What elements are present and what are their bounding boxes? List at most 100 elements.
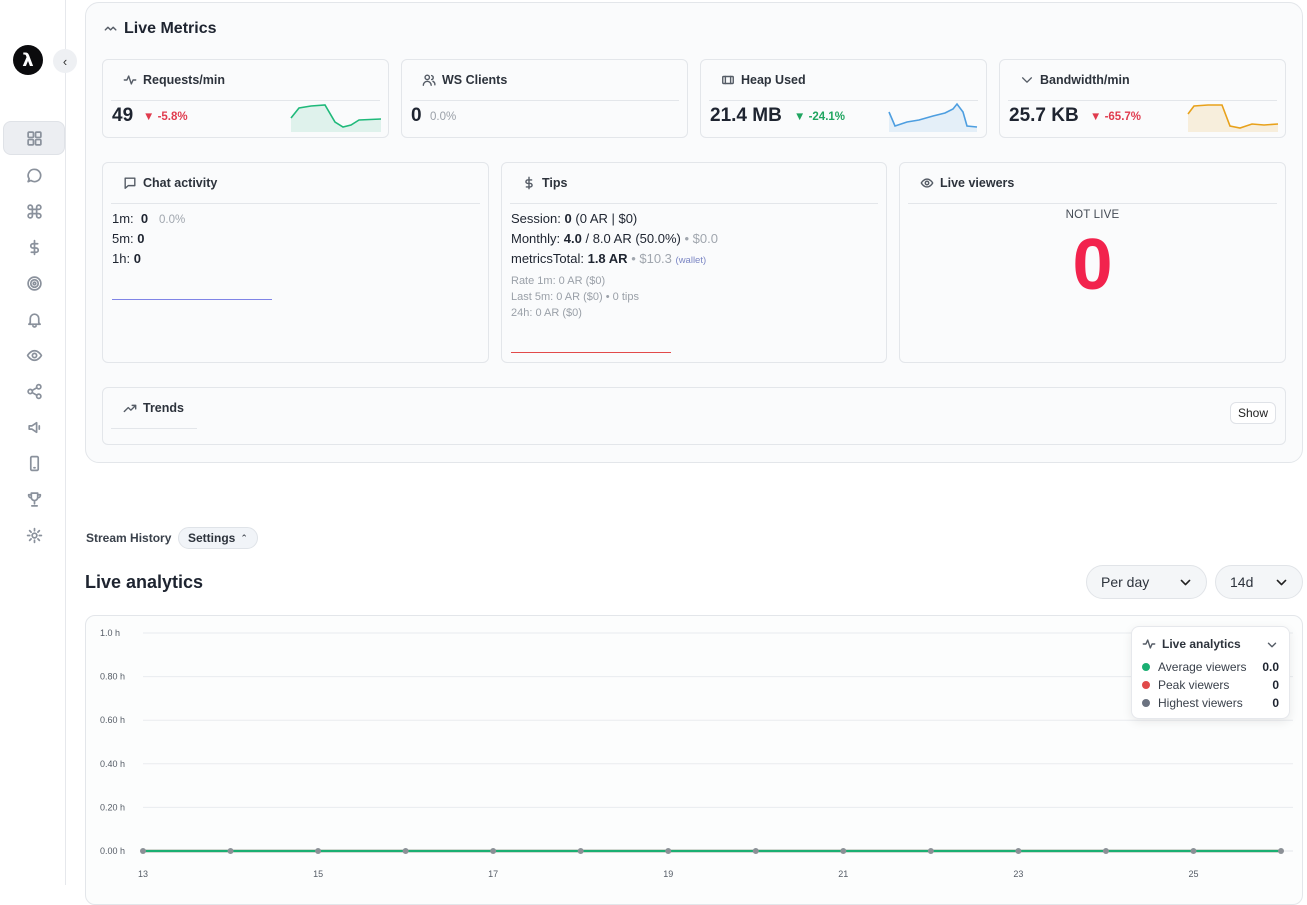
nav-dashboard[interactable] — [3, 121, 65, 155]
requests-delta: ▼ -5.8% — [143, 111, 188, 123]
heap-delta: ▼ -24.1% — [794, 111, 846, 123]
chat-sparkline — [112, 299, 272, 300]
tips-card: Tips Session: 0 (0 AR | $0) Monthly: 4.0… — [501, 162, 887, 363]
trends-card: Trends Show — [102, 387, 1286, 445]
live-viewers-header: Live viewers — [908, 163, 1277, 204]
y-tick-label: 0.80 h — [100, 672, 125, 682]
nav-mobile[interactable] — [3, 446, 65, 480]
legend-header: Live analytics — [1142, 637, 1241, 651]
chart-legend: Live analytics Average viewers 0.0 Peak … — [1131, 626, 1290, 719]
data-point — [1190, 848, 1197, 854]
ws-clients-label: WS Clients — [442, 73, 508, 87]
gear-icon — [26, 527, 42, 543]
data-point — [227, 848, 234, 854]
heap-value: 21.4 MB — [710, 105, 782, 126]
nav-achievements[interactable] — [3, 482, 65, 516]
y-tick-label: 0.40 h — [100, 759, 125, 769]
bandwidth-sparkline — [1187, 104, 1279, 132]
stream-history-label: Stream History — [86, 531, 172, 545]
history-settings-button[interactable]: Settings ⌃ — [178, 527, 258, 549]
heap-sparkline — [888, 102, 978, 132]
message-square-icon — [124, 177, 136, 189]
megaphone-icon — [27, 421, 40, 433]
nav-notifications[interactable] — [3, 302, 65, 336]
live-status: NOT LIVE — [1065, 209, 1120, 221]
chevron-down-icon[interactable] — [1265, 638, 1279, 652]
nav-commands[interactable] — [3, 194, 65, 228]
x-tick-label: 23 — [1013, 869, 1023, 879]
y-tick-label: 1.0 h — [100, 628, 120, 638]
bandwidth-card: Bandwidth/min 25.7 KB ▼ -65.7% — [999, 59, 1286, 138]
chat-bubble-icon — [26, 167, 42, 183]
tips-24h: 24h: 0 AR ($0) — [511, 307, 582, 319]
command-icon — [26, 203, 42, 219]
bandwidth-value: 25.7 KB — [1009, 105, 1079, 126]
tips-monthly: Monthly: 4.0 / 8.0 AR (50.0%) • $0.0 — [511, 231, 718, 246]
chat-row-5m: 5m: 0 — [112, 231, 145, 246]
sidebar: λ ‹ — [0, 0, 77, 885]
heap-label: Heap Used — [741, 73, 806, 87]
activity-icon — [104, 26, 117, 31]
pulse-icon — [123, 75, 137, 85]
requests-label: Requests/min — [143, 73, 225, 87]
tips-sparkline — [511, 352, 671, 353]
range-select[interactable]: 14d — [1215, 565, 1303, 599]
requests-card: Requests/min 49 ▼ -5.8% — [102, 59, 389, 138]
requests-sparkline — [290, 104, 382, 132]
dollar-icon — [525, 176, 533, 190]
ws-clients-delta: 0.0% — [430, 111, 457, 123]
collapse-sidebar-button[interactable]: ‹ — [53, 49, 77, 73]
legend-item-peak: Peak viewers 0 — [1142, 677, 1279, 693]
period-select[interactable]: Per day — [1086, 565, 1207, 599]
chat-row-1h: 1h: 0 — [112, 251, 141, 266]
nav-tips[interactable] — [3, 230, 65, 264]
data-point — [140, 848, 146, 854]
nav-viewers[interactable] — [3, 338, 65, 372]
tips-total: metricsTotal: 1.8 AR • $10.3 (wallet) — [511, 251, 707, 266]
live-metrics-header: Live Metrics — [104, 20, 216, 38]
eye-icon — [920, 178, 934, 188]
share-icon — [26, 383, 42, 399]
x-tick-label: 17 — [488, 869, 498, 879]
bell-icon — [27, 312, 41, 328]
x-tick-label: 15 — [313, 869, 323, 879]
nav-chat[interactable] — [3, 158, 65, 192]
data-point — [752, 848, 759, 854]
live-analytics-title: Live analytics — [85, 572, 204, 592]
bandwidth-card-header: Bandwidth/min — [1008, 60, 1277, 101]
trends-header: Trends — [111, 388, 197, 429]
live-viewer-count: 0 — [1072, 225, 1113, 305]
memory-icon — [722, 75, 734, 85]
data-point — [577, 848, 584, 854]
nav-goals[interactable] — [3, 266, 65, 300]
pulse-icon — [1142, 639, 1156, 649]
y-tick-label: 0.20 h — [100, 802, 125, 812]
heap-card-header: Heap Used — [709, 60, 978, 101]
tips-session: Session: 0 (0 AR | $0) — [511, 211, 638, 226]
data-point — [1015, 848, 1022, 854]
nav-share[interactable] — [3, 374, 65, 408]
legend-item-average: Average viewers 0.0 — [1142, 659, 1279, 675]
trophy-icon — [27, 491, 41, 507]
ws-clients-card: WS Clients 0 0.0% — [401, 59, 688, 138]
live-viewers-card: Live viewers NOT LIVE 0 — [899, 162, 1286, 363]
bandwidth-label: Bandwidth/min — [1040, 73, 1130, 87]
live-metrics-title: Live Metrics — [124, 20, 217, 37]
trends-show-button[interactable]: Show — [1229, 402, 1276, 424]
data-point — [840, 848, 847, 854]
tips-label: Tips — [542, 176, 568, 190]
chevron-down-icon — [1276, 579, 1287, 585]
app-logo[interactable]: λ — [13, 45, 43, 75]
phone-icon — [29, 455, 39, 471]
nav-settings[interactable] — [3, 518, 65, 552]
chat-activity-card: Chat activity 1m: 0 0.0% 5m: 0 1h: 0 — [102, 162, 489, 363]
nav-announcements[interactable] — [3, 410, 65, 444]
requests-card-header: Requests/min — [111, 60, 380, 101]
data-point — [402, 848, 409, 854]
legend-dot-average — [1142, 663, 1150, 671]
ws-clients-card-header: WS Clients — [410, 60, 679, 101]
x-tick-label: 13 — [138, 869, 148, 879]
chat-activity-header: Chat activity — [111, 163, 480, 204]
bandwidth-delta: ▼ -65.7% — [1090, 111, 1142, 123]
chevron-down-icon — [1021, 77, 1033, 83]
